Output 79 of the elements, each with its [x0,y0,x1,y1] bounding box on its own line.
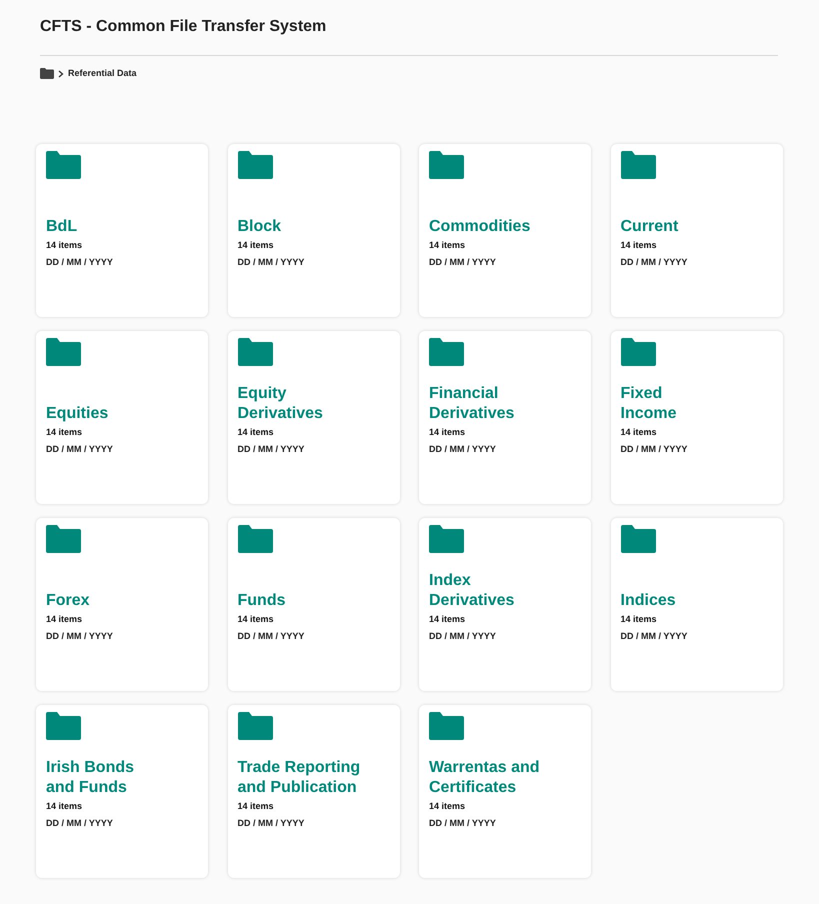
folder-name: Financial Derivatives [429,384,514,424]
folder-icon [238,338,272,366]
folder-card[interactable]: Forex 14 items DD / MM / YYYY [36,518,208,690]
folder-card[interactable]: Commodities 14 items DD / MM / YYYY [419,144,591,316]
item-count: 14 items [429,426,466,438]
folder-date: DD / MM / YYYY [429,630,497,642]
item-count: 14 items [429,612,466,624]
folder-date: DD / MM / YYYY [238,442,306,454]
folder-name: Indices [620,590,676,610]
folder-icon [429,338,464,366]
item-count: 14 items [46,800,84,812]
folder-date: DD / MM / YYYY [620,442,688,454]
folder-date: DD / MM / YYYY [46,256,114,268]
folder-icon [238,150,272,178]
folder-icon [429,524,464,552]
folder-card[interactable]: Equity Derivatives 14 items DD / MM / YYYY [228,330,400,504]
folder-icon [238,524,272,552]
folder-name: Current [620,216,678,236]
folder-icon [620,524,656,552]
item-count: 14 items [46,426,84,438]
folder-name: Equity Derivatives [238,384,323,424]
item-count: 14 items [238,800,275,812]
item-count: 14 items [429,238,466,250]
folder-name: BdL [46,216,78,236]
folder-icon [46,150,81,178]
folder-date: DD / MM / YYYY [46,442,114,454]
folder-date: DD / MM / YYYY [620,630,688,642]
folder-date: DD / MM / YYYY [46,816,114,828]
folder-date: DD / MM / YYYY [429,256,497,268]
folder-date: DD / MM / YYYY [429,442,497,454]
folder-icon [46,338,81,366]
folder-name: Fixed Income [620,384,677,424]
folder-name: Forex [46,590,90,610]
folder-date: DD / MM / YYYY [620,256,688,268]
item-count: 14 items [238,612,275,624]
item-count: 14 items [46,612,84,624]
folder-card[interactable]: Equities 14 items DD / MM / YYYY [36,330,208,504]
folder-icon [620,338,656,366]
chevron-right-icon [58,70,64,78]
folder-card[interactable]: Block 14 items DD / MM / YYYY [228,144,400,316]
folder-date: DD / MM / YYYY [238,630,306,642]
item-count: 14 items [620,238,658,250]
folder-name: Equities [46,404,108,424]
folder-name: Index Derivatives [429,570,514,610]
item-count: 14 items [238,426,275,438]
folder-icon [238,712,272,740]
folder-card[interactable]: Funds 14 items DD / MM / YYYY [228,518,400,690]
folder-name: Block [238,216,282,236]
item-count: 14 items [620,426,658,438]
folder-date: DD / MM / YYYY [238,256,306,268]
folder-name: Trade Reporting and Publication [238,758,360,798]
folder-card[interactable]: Irish Bonds and Funds 14 items DD / MM / YYYY [36,704,208,878]
folder-date: DD / MM / YYYY [46,630,114,642]
folder-card[interactable]: Current 14 items DD / MM / YYYY [610,144,782,316]
folder-card[interactable]: BdL 14 items DD / MM / YYYY [36,144,208,316]
item-count: 14 items [429,800,466,812]
folder-icon [429,712,464,740]
page-title: CFTS - Common File Transfer System [40,17,328,37]
folder-name: Funds [238,590,286,610]
folder-name: Commodities [429,216,530,236]
folder-card[interactable]: Financial Derivatives 14 items DD / MM / YYYY [419,330,591,504]
folder-name: Warrentas and Certificates [429,758,540,798]
folder-card[interactable]: Trade Reporting and Publication 14 items DD / MM / YYYY [228,704,400,878]
folder-icon [46,712,81,740]
folder-icon [429,150,464,178]
folder-icon [620,150,656,178]
folder-date: DD / MM / YYYY [429,816,497,828]
item-count: 14 items [620,612,658,624]
folder-card[interactable]: Indices 14 items DD / MM / YYYY [610,518,782,690]
folder-date: DD / MM / YYYY [238,816,306,828]
item-count: 14 items [46,238,84,250]
folder-card[interactable]: Index Derivatives 14 items DD / MM / YYYY [419,518,591,690]
folder-icon[interactable] [40,68,54,80]
folder-card[interactable]: Fixed Income 14 items DD / MM / YYYY [610,330,782,504]
item-count: 14 items [238,238,275,250]
breadcrumb-item[interactable]: Referential Data [68,67,137,80]
folder-icon [46,524,81,552]
folder-name: Irish Bonds and Funds [46,758,134,798]
folder-card[interactable]: Warrentas and Certificates 14 items DD / MM / YYYY [419,704,591,878]
